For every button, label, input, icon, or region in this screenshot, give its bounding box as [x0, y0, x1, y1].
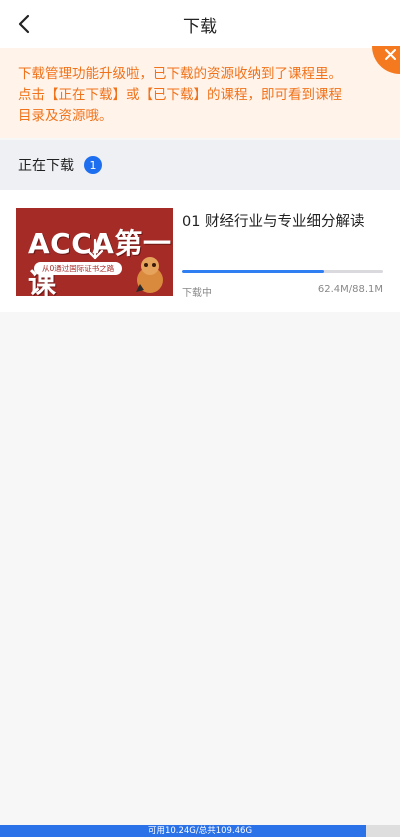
storage-bar: 可用10.24G/总共109.46G	[0, 825, 400, 837]
course-thumbnail: ACCA第一课 从0通过国际证书之路	[16, 208, 173, 296]
notice-line: 目录及资源哦。	[18, 108, 113, 124]
count-badge: 1	[84, 156, 102, 174]
progress-fill	[182, 270, 325, 273]
section-label: 正在下载	[18, 158, 74, 174]
top-bar: 下载	[0, 0, 400, 48]
notice-line: 点击【正在下载】或【已下载】的课程，即可看到课程	[18, 87, 342, 103]
upgrade-notice: 下载管理功能升级啦，已下载的资源收纳到了课程里。 点击【正在下载】或【已下载】的…	[0, 48, 400, 138]
download-status: 下载中	[182, 288, 212, 299]
page-title: 下载	[183, 16, 217, 37]
storage-text: 可用10.24G/总共109.46G	[147, 826, 253, 836]
download-progress-bar	[182, 270, 383, 273]
course-title: 01 财经行业与专业细分解读	[182, 214, 365, 230]
downloading-section-header: 正在下载 1	[0, 140, 400, 190]
download-arrow-icon	[83, 238, 107, 266]
notice-line: 下载管理功能升级啦，已下载的资源收纳到了课程里。	[18, 66, 342, 82]
mascot-icon	[136, 257, 163, 293]
download-size: 62.4M/88.1M	[317, 284, 383, 295]
back-chevron-icon[interactable]	[10, 10, 38, 38]
